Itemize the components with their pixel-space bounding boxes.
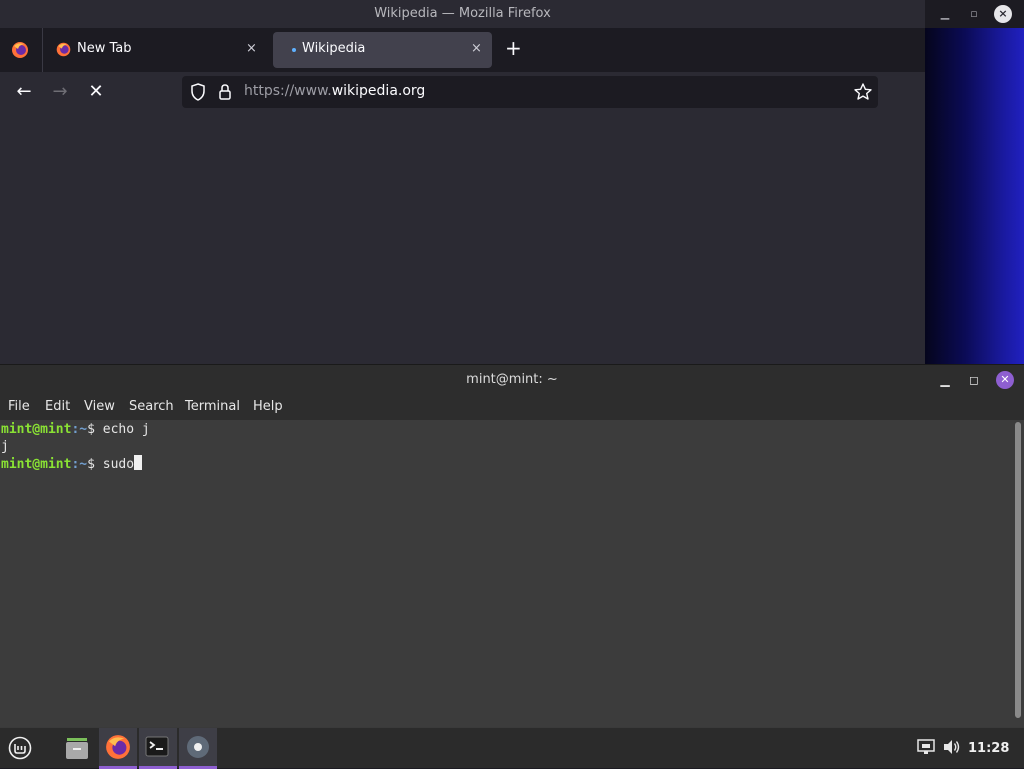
tab-wikipedia[interactable]: Wikipedia × [273,32,492,68]
firefox-icon[interactable] [10,40,30,60]
terminal-titlebar[interactable]: mint@mint: ~ ▁ ◻ ✕ [0,364,1024,394]
tab-label: New Tab [77,41,132,56]
command-text: sudo [102,457,135,472]
close-tab-icon[interactable]: × [246,41,257,56]
taskbar-files[interactable] [58,728,96,769]
close-icon[interactable]: × [994,5,1012,23]
menu-button[interactable] [2,728,40,769]
taskbar-settings[interactable] [179,728,217,769]
prompt-path: :~ [71,457,88,472]
command-output: j [1,439,9,454]
taskbar: 11:28 [0,727,1024,769]
menu-file[interactable]: File [8,399,30,414]
menu-terminal[interactable]: Terminal [185,399,240,414]
page-content[interactable] [0,112,925,364]
back-icon[interactable]: ← [12,80,36,104]
files-icon [66,738,88,759]
prompt-user: mint@mint [1,422,72,437]
url-text[interactable]: https://www.wikipedia.org [244,83,425,99]
shield-icon[interactable] [190,83,206,101]
firefox-window-title: Wikipedia — Mozilla Firefox [374,6,551,21]
tab-new-tab[interactable]: New Tab × [48,32,268,68]
firefox-window: Wikipedia — Mozilla Firefox ▁ ▫ × New Ta… [0,0,1012,364]
taskbar-firefox[interactable] [99,728,137,769]
minimize-icon[interactable]: ▁ [936,5,954,23]
prompt-symbol: $ [87,422,103,437]
star-icon[interactable] [853,82,873,102]
tab-separator [42,28,43,72]
firefox-icon [56,42,71,57]
firefox-titlebar[interactable]: Wikipedia — Mozilla Firefox ▁ ▫ × [0,0,1012,28]
prompt-user: mint@mint [1,457,72,472]
close-icon[interactable]: ✕ [996,371,1014,389]
text-cursor [134,455,143,470]
minimize-icon[interactable]: ▁ [936,371,954,389]
terminal-line: mint@mint:~$ echo j [1,421,150,438]
stop-icon[interactable]: ✕ [84,80,108,104]
terminal-line: mint@mint:~$ sudo [1,455,143,473]
menu-search[interactable]: Search [129,399,174,414]
terminal-icon [145,736,169,757]
taskbar-terminal[interactable] [139,728,177,769]
prompt-path: :~ [71,422,88,437]
menu-edit[interactable]: Edit [45,399,70,414]
forward-icon[interactable]: → [48,80,72,104]
loading-icon [292,48,296,52]
firefox-icon [106,735,130,759]
url-prefix: https://www. [244,83,332,99]
navigation-toolbar: ← → ✕ https://www.wikipedia.org [0,72,925,112]
url-bar[interactable]: https://www.wikipedia.org [182,76,878,108]
terminal-output[interactable]: mint@mint:~$ echo j j mint@mint:~$ sudo [0,420,1024,727]
menu-view[interactable]: View [84,399,115,414]
menu-help[interactable]: Help [253,399,283,414]
desktop-wallpaper [925,28,1024,368]
prompt-symbol: $ [87,457,103,472]
lock-icon[interactable] [218,83,232,101]
maximize-icon[interactable]: ▫ [965,5,983,23]
tab-strip: New Tab × Wikipedia × + [0,28,925,72]
terminal-line: j [1,438,9,455]
terminal-window: mint@mint: ~ ▁ ◻ ✕ File Edit View Search… [0,364,1024,727]
command-text: echo j [102,422,150,437]
mint-menu-icon [8,736,32,760]
terminal-window-title: mint@mint: ~ [466,372,558,387]
clock[interactable]: 11:28 [968,741,1009,756]
tab-label: Wikipedia [302,41,366,56]
page-viewport [0,116,917,364]
settings-icon [187,736,209,758]
new-tab-button[interactable]: + [505,36,522,60]
network-icon[interactable] [917,739,935,755]
url-domain: wikipedia.org [331,83,426,99]
maximize-icon[interactable]: ◻ [965,371,983,389]
volume-icon[interactable] [943,739,961,755]
scrollbar[interactable] [1015,422,1021,718]
close-tab-icon[interactable]: × [471,41,482,56]
terminal-menubar: File Edit View Search Terminal Help [0,394,1024,420]
